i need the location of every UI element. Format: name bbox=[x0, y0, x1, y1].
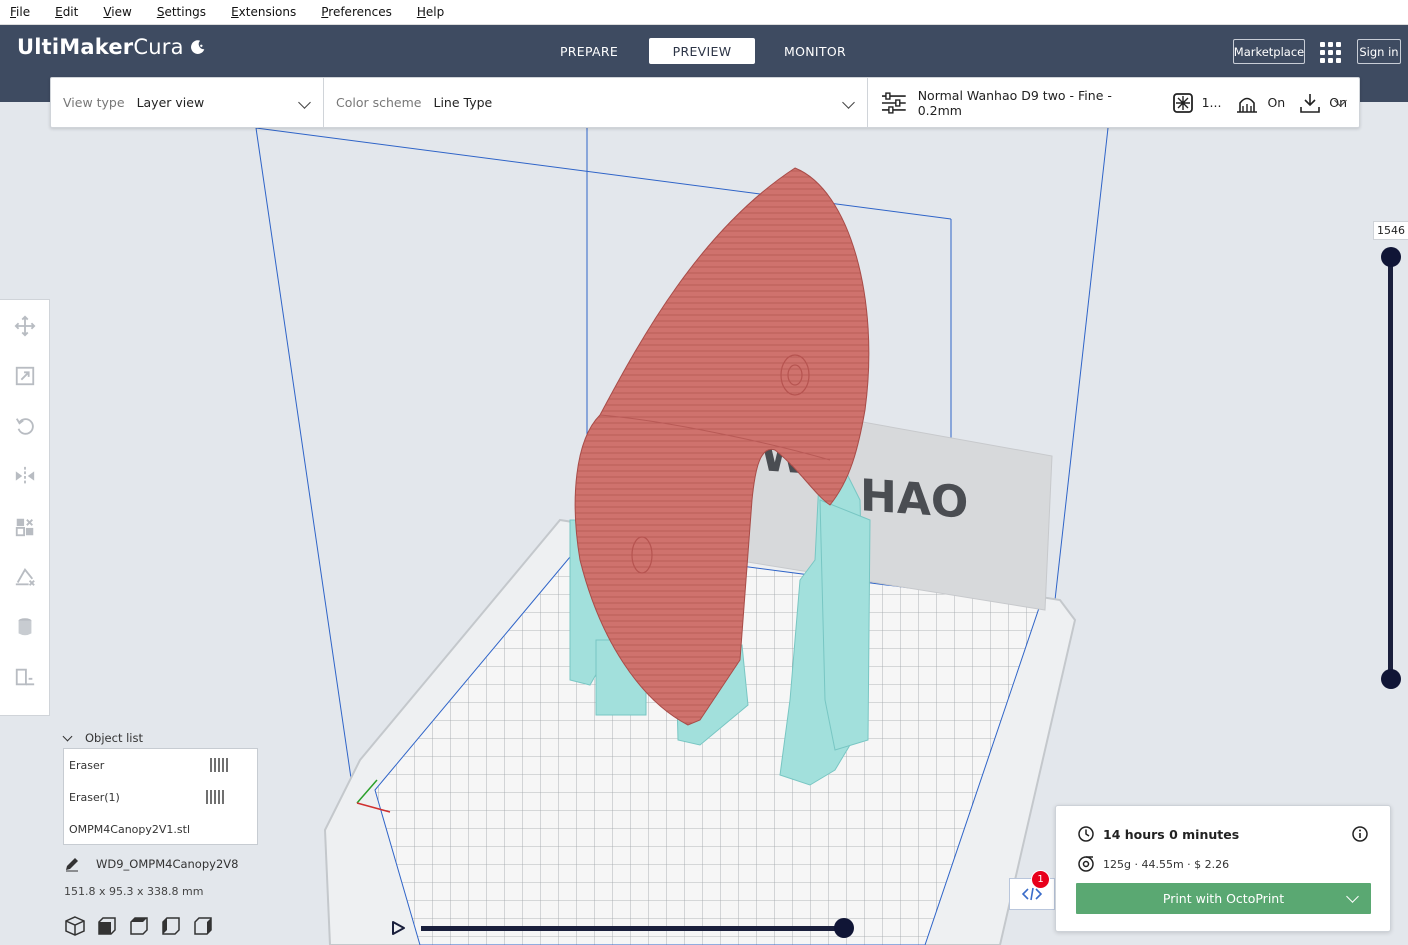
material-estimate: 125g · 44.55m · $ 2.26 bbox=[1103, 857, 1230, 871]
chevron-down-icon[interactable] bbox=[1346, 890, 1359, 903]
printer-icon bbox=[15, 668, 34, 686]
support-icon bbox=[1237, 97, 1258, 113]
per-model-settings-icon bbox=[15, 518, 33, 536]
color-scheme-value: Line Type bbox=[433, 95, 493, 110]
mirror-icon bbox=[15, 467, 34, 486]
cylinder-tool[interactable] bbox=[12, 615, 38, 639]
infill-indicator: 1... bbox=[1172, 92, 1221, 114]
adhesion-icon bbox=[1300, 93, 1321, 113]
print-time-row: 14 hours 0 minutes bbox=[1078, 826, 1239, 842]
object-list-toggle[interactable]: Object list bbox=[62, 731, 143, 745]
profile-name: Normal Wanhao D9 two - Fine - 0.2mm bbox=[917, 87, 1112, 118]
path-slider-handle[interactable] bbox=[834, 918, 854, 938]
top-view-icon[interactable] bbox=[128, 915, 150, 937]
object-dimensions: 151.8 x 95.3 x 338.8 mm bbox=[64, 885, 204, 898]
stage-tabs: PREPARE PREVIEW MONITOR bbox=[536, 38, 875, 64]
chevron-down-icon bbox=[62, 731, 73, 741]
menu-file[interactable]: File bbox=[10, 5, 30, 19]
left-view-icon[interactable] bbox=[160, 915, 182, 937]
clock-icon bbox=[1078, 826, 1094, 842]
mirror-tool[interactable] bbox=[12, 464, 38, 488]
object-list: Eraser Eraser(1) OMPM4Canopy2V1.stl bbox=[63, 748, 258, 845]
moon-logo-icon bbox=[190, 39, 204, 54]
support-blocker-tool[interactable] bbox=[12, 565, 38, 589]
color-scheme-label: Color scheme bbox=[336, 95, 422, 110]
camera-view-buttons bbox=[64, 915, 224, 937]
edit-pencil-icon bbox=[66, 858, 78, 872]
eraser-mesh-icon bbox=[206, 790, 224, 804]
material-estimate-row: 125g · 44.55m · $ 2.26 bbox=[1078, 856, 1229, 872]
layer-number-label[interactable]: 1546 bbox=[1373, 221, 1408, 240]
eraser-mesh-icon bbox=[210, 758, 228, 772]
menu-help[interactable]: Help bbox=[417, 5, 444, 19]
front-view-icon[interactable] bbox=[96, 915, 118, 937]
support-blocker-icon bbox=[15, 567, 35, 586]
per-model-settings-tool[interactable] bbox=[12, 515, 38, 539]
print-settings-selector[interactable]: Normal Wanhao D9 two - Fine - 0.2mm 1...… bbox=[868, 78, 1359, 127]
view-type-label: View type bbox=[63, 95, 125, 110]
layer-slider-track[interactable] bbox=[1388, 257, 1393, 679]
layer-slider-upper-handle[interactable] bbox=[1381, 247, 1401, 267]
list-item[interactable]: OMPM4Canopy2V1.stl bbox=[64, 813, 257, 845]
scale-tool[interactable] bbox=[12, 364, 38, 388]
print-output-panel: 14 hours 0 minutes 125g · 44.55m · $ 2.2… bbox=[1055, 805, 1391, 932]
svg-text:HAO: HAO bbox=[860, 470, 968, 529]
view-type-value: Layer view bbox=[136, 95, 205, 110]
menu-edit[interactable]: Edit bbox=[55, 5, 78, 19]
logo-brand: UltiMaker bbox=[17, 35, 134, 59]
chevron-down-icon bbox=[842, 96, 855, 109]
tab-monitor[interactable]: MONITOR bbox=[762, 38, 868, 64]
info-icon[interactable] bbox=[1352, 826, 1368, 842]
menu-extensions[interactable]: Extensions bbox=[231, 5, 296, 19]
print-time: 14 hours 0 minutes bbox=[1103, 826, 1240, 842]
logo-product: Cura bbox=[133, 35, 184, 59]
list-item[interactable]: Eraser bbox=[64, 749, 257, 781]
3d-view-icon[interactable] bbox=[64, 915, 86, 937]
spool-icon bbox=[1078, 856, 1094, 872]
sign-in-button[interactable]: Sign in bbox=[1357, 39, 1401, 64]
support-indicator: On bbox=[1235, 92, 1285, 114]
color-scheme-dropdown[interactable]: Color scheme Line Type bbox=[324, 78, 868, 127]
tab-preview[interactable]: PREVIEW bbox=[649, 38, 755, 64]
app-logo: UltiMaker Cura bbox=[17, 35, 206, 59]
move-icon bbox=[14, 315, 35, 337]
view-type-dropdown[interactable]: View type Layer view bbox=[51, 78, 324, 127]
play-simulation-icon[interactable] bbox=[390, 920, 406, 936]
cylinder-icon bbox=[18, 618, 31, 636]
settings-sliders-icon bbox=[881, 91, 906, 114]
left-tool-panel bbox=[0, 299, 50, 716]
infill-icon bbox=[1172, 92, 1193, 113]
view-toolbar: View type Layer view Color scheme Line T… bbox=[50, 77, 1360, 128]
print-with-octoprint-button[interactable]: Print with OctoPrint bbox=[1076, 883, 1371, 914]
menu-bar: File Edit View Settings Extensions Prefe… bbox=[0, 0, 1408, 25]
object-list-title: Object list bbox=[85, 731, 143, 745]
move-tool[interactable] bbox=[12, 314, 38, 338]
code-icon bbox=[1022, 887, 1042, 901]
printer-settings-tool[interactable] bbox=[12, 665, 38, 689]
apps-grid-icon[interactable] bbox=[1320, 42, 1341, 63]
layer-slider-lower-handle[interactable] bbox=[1381, 669, 1401, 689]
menu-settings[interactable]: Settings bbox=[157, 5, 206, 19]
list-item[interactable]: Eraser(1) bbox=[64, 781, 257, 813]
marketplace-button[interactable]: Marketplace bbox=[1233, 39, 1305, 64]
notification-badge: 1 bbox=[1031, 870, 1050, 889]
menu-view[interactable]: View bbox=[103, 5, 131, 19]
menu-preferences[interactable]: Preferences bbox=[321, 5, 392, 19]
selected-object-name[interactable]: WD9_OMPM4Canopy2V8 bbox=[64, 856, 238, 872]
tab-prepare[interactable]: PREPARE bbox=[536, 38, 642, 64]
rotate-icon bbox=[15, 418, 34, 436]
scale-icon bbox=[15, 367, 34, 386]
rotate-tool[interactable] bbox=[12, 414, 38, 438]
right-view-icon[interactable] bbox=[192, 915, 214, 937]
path-slider-track[interactable] bbox=[421, 926, 846, 931]
chevron-down-icon bbox=[298, 96, 311, 109]
